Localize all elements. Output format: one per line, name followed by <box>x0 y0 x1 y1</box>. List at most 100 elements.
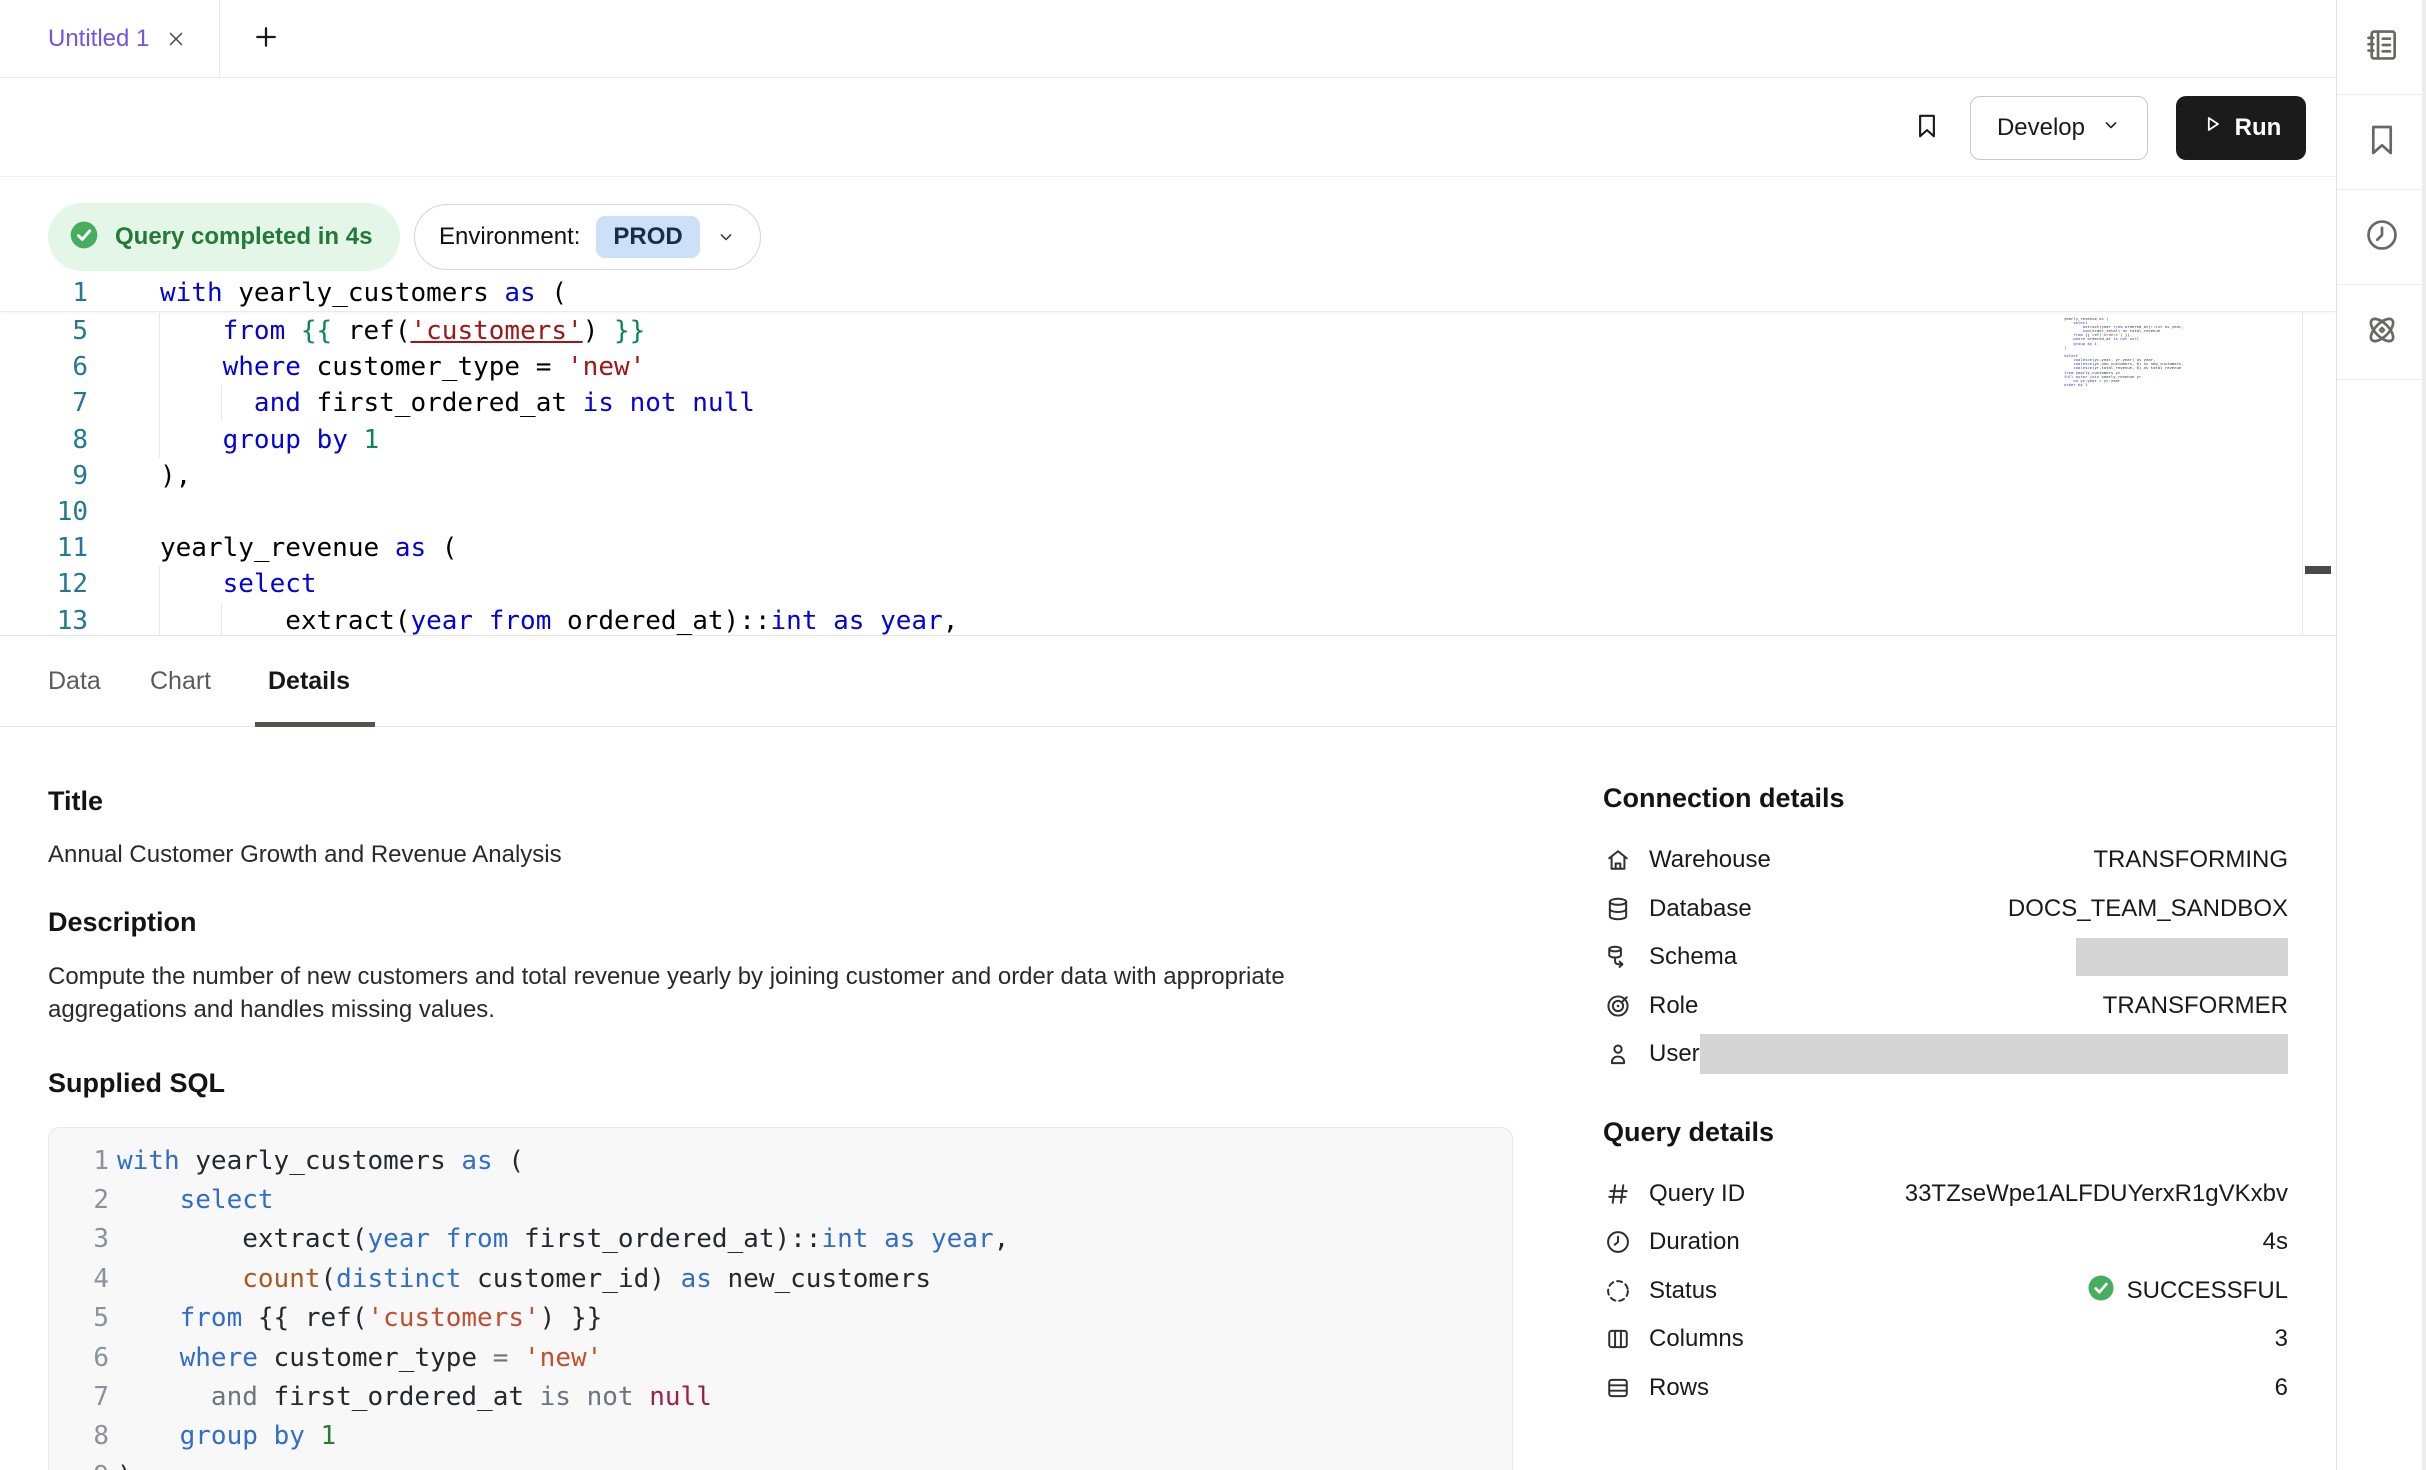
editor-scrollbar-thumb[interactable] <box>2305 566 2331 574</box>
new-tab-button[interactable] <box>234 0 298 78</box>
play-icon <box>2201 113 2223 142</box>
code-line-text: select <box>160 569 317 599</box>
environment-selector[interactable]: Environment: PROD <box>414 204 761 270</box>
editor-line[interactable]: 7 and first_ordered_at is not null <box>0 385 2336 421</box>
line-number: 10 <box>0 497 88 527</box>
detail-label: Warehouse <box>1649 846 1771 874</box>
sidebar-item-notebook[interactable] <box>2337 0 2426 95</box>
line-number: 2 <box>49 1185 109 1215</box>
result-tab-bar: Data Chart Details <box>0 636 2336 727</box>
editor-line[interactable]: 6 where customer_type = 'new' <box>0 349 2336 385</box>
line-number: 8 <box>0 425 88 455</box>
supplied-sql-line: 3 extract(year from first_ordered_at)::i… <box>49 1220 1512 1259</box>
editor-line[interactable]: 13 extract(year from ordered_at)::int as… <box>0 603 2336 639</box>
supplied-sql-line: 9), <box>49 1456 1512 1470</box>
detail-label: Duration <box>1649 1228 1740 1256</box>
run-label: Run <box>2235 114 2282 142</box>
editor-line[interactable]: 8 group by 1 <box>0 422 2336 458</box>
query-status-text: Query completed in 4s <box>115 223 372 251</box>
description-heading: Description <box>48 907 1513 938</box>
supplied-sql-line: 2 select <box>49 1180 1512 1219</box>
line-number: 13 <box>0 606 88 636</box>
query-detail-row: Duration 4s <box>1603 1218 2288 1267</box>
line-number: 1 <box>49 1146 109 1176</box>
close-icon[interactable] <box>165 28 187 50</box>
details-panel: Title Annual Customer Growth and Revenue… <box>48 727 1513 1470</box>
status-row: Query completed in 4s Environment: PROD <box>0 177 2336 275</box>
editor-line[interactable]: 10 <box>0 494 2336 530</box>
sql-editor[interactable]: 1with yearly_customers as ( 5 from {{ re… <box>0 275 2336 635</box>
code-line-text: count(distinct customer_id) as new_custo… <box>109 1264 931 1294</box>
detail-label: Rows <box>1649 1374 1709 1402</box>
tab-data[interactable]: Data <box>48 636 101 727</box>
editor-scrollbar[interactable] <box>2302 275 2332 635</box>
tab-details[interactable]: Details <box>268 636 350 727</box>
file-tab-bar: Untitled 1 <box>0 0 2336 78</box>
connection-details-heading: Connection details <box>1603 783 2288 814</box>
details-sidebar: Connection details WarehouseTRANSFORMING… <box>1603 727 2288 1412</box>
detail-label: Query ID <box>1649 1180 1745 1208</box>
supplied-sql-heading: Supplied SQL <box>48 1068 1513 1099</box>
line-number: 6 <box>49 1343 109 1373</box>
editor-line[interactable]: 11yearly_revenue as ( <box>0 530 2336 566</box>
redacted-value <box>2076 938 2288 976</box>
line-number: 4 <box>49 1264 109 1294</box>
query-details-rows: Query ID33TZseWpe1ALFDUYerxR1gVKxbvDurat… <box>1603 1170 2288 1413</box>
schema-icon <box>1603 942 1633 972</box>
status-badge: SUCCESSFUL <box>2086 1273 2288 1308</box>
editor-sticky-line[interactable]: 1with yearly_customers as ( <box>0 275 2336 312</box>
chevron-down-icon <box>716 227 736 247</box>
supplied-sql-block: 1with yearly_customers as (2 select3 ext… <box>48 1127 1513 1470</box>
bookmark-button[interactable] <box>1912 110 1942 145</box>
detail-value: 3 <box>2275 1325 2288 1353</box>
editor-line[interactable]: 9), <box>0 458 2336 494</box>
hash-icon <box>1603 1179 1633 1209</box>
lineage-icon <box>2363 311 2401 354</box>
notebook-icon <box>2363 26 2401 69</box>
sidebar-item-history[interactable] <box>2337 190 2426 285</box>
sidebar-item-bookmark[interactable] <box>2337 95 2426 190</box>
editor-lines[interactable]: 5 from {{ ref('customers') }}6 where cus… <box>0 313 2336 639</box>
check-circle-icon <box>68 219 100 256</box>
code-line-text: ), <box>160 461 191 491</box>
connection-detail-row: User <box>1603 1030 2288 1079</box>
app-window: Untitled 1 Develop <box>0 0 2426 1470</box>
file-tab-untitled[interactable]: Untitled 1 <box>0 0 220 78</box>
duration-icon <box>1603 1227 1633 1257</box>
editor-line[interactable]: 5 from {{ ref('customers') }} <box>0 313 2336 349</box>
supplied-sql-line: 1with yearly_customers as ( <box>49 1141 1512 1180</box>
line-number: 5 <box>49 1303 109 1333</box>
history-icon <box>2363 216 2401 259</box>
line-number: 12 <box>0 569 88 599</box>
detail-value: SUCCESSFUL <box>2127 1277 2288 1305</box>
code-line-text: group by 1 <box>109 1421 336 1451</box>
code-line-text: select <box>109 1185 274 1215</box>
run-button[interactable]: Run <box>2176 96 2306 160</box>
window-scrollbar[interactable] <box>2422 0 2426 1470</box>
sidebar-item-lineage[interactable] <box>2337 285 2426 380</box>
line-number: 6 <box>0 352 88 382</box>
develop-dropdown[interactable]: Develop <box>1970 96 2148 160</box>
warehouse-icon <box>1603 845 1633 875</box>
role-icon <box>1603 991 1633 1021</box>
code-line-text: from {{ ref('customers') }} <box>160 316 645 346</box>
line-number: 5 <box>0 316 88 346</box>
query-detail-row: Query ID33TZseWpe1ALFDUYerxR1gVKxbv <box>1603 1170 2288 1219</box>
query-detail-row: Rows 6 <box>1603 1364 2288 1413</box>
detail-label: Schema <box>1649 943 1737 971</box>
detail-value: 4s <box>2263 1228 2288 1256</box>
line-number: 7 <box>0 388 88 418</box>
detail-label: Database <box>1649 895 1752 923</box>
code-line-text: and first_ordered_at is not null <box>109 1382 712 1412</box>
code-line-text: group by 1 <box>160 425 379 455</box>
user-icon <box>1603 1039 1633 1069</box>
code-line-text: with yearly_customers as ( <box>109 1146 524 1176</box>
supplied-sql-line: 8 group by 1 <box>49 1417 1512 1456</box>
detail-value: 6 <box>2275 1374 2288 1402</box>
environment-value-badge: PROD <box>596 216 699 258</box>
detail-value: DOCS_TEAM_SANDBOX <box>2008 895 2288 923</box>
tab-chart[interactable]: Chart <box>150 636 211 727</box>
right-icon-sidebar <box>2336 0 2426 1470</box>
bookmark-icon <box>1912 110 1942 145</box>
editor-line[interactable]: 12 select <box>0 566 2336 602</box>
